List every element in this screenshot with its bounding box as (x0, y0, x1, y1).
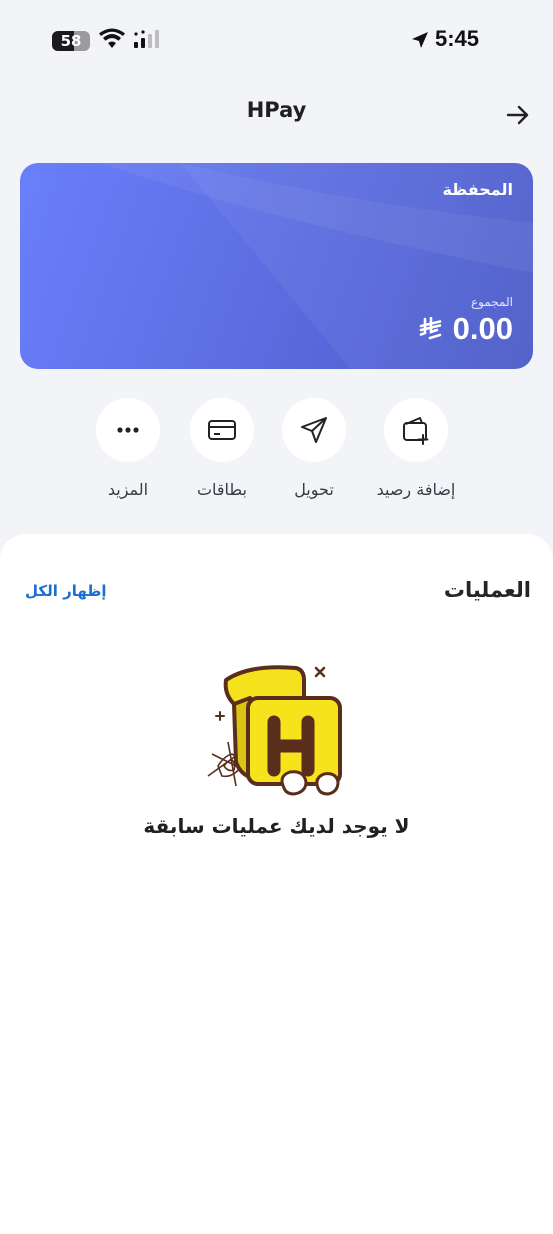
total-label: المجموع (471, 295, 513, 309)
card-icon (208, 420, 236, 440)
app-header: HPay (0, 90, 553, 136)
wallet-card[interactable]: المحفظة المجموع 0.00 (20, 163, 533, 369)
clock: 5:45 (435, 26, 480, 51)
balance-row: 0.00 (419, 311, 513, 347)
page-title: HPay (246, 98, 307, 122)
show-all-link[interactable]: إظهار الكل (25, 582, 107, 600)
wallet-title: المحفظة (442, 180, 513, 199)
action-label: إضافة رصيد (376, 480, 456, 499)
signal-icon (134, 30, 159, 48)
transactions-panel: العمليات إظهار الكل لا يوجد لديك عمليات … (0, 534, 553, 1234)
add-balance-button[interactable]: إضافة رصيد (361, 398, 471, 499)
empty-state-message: لا يوجد لديك عمليات سابقة (143, 814, 410, 838)
hpay-mascot-icon (207, 665, 342, 796)
wallet-add-icon (403, 417, 429, 445)
status-bar: 58 5:45 (0, 0, 553, 80)
action-label: بطاقات (196, 480, 248, 499)
arrow-right-icon (506, 105, 529, 125)
quick-actions: إضافة رصيد تحويل بطاقات المزيد (0, 398, 553, 508)
more-icon (117, 427, 139, 433)
battery-level: 58 (60, 32, 82, 50)
action-label: المزيد (107, 480, 149, 499)
battery-icon: 58 (52, 31, 90, 51)
more-button[interactable]: المزيد (73, 398, 183, 499)
send-icon (301, 417, 327, 443)
saudi-riyal-icon (419, 317, 441, 340)
wifi-icon (99, 28, 125, 48)
balance-amount: 0.00 (452, 311, 513, 346)
cards-button[interactable]: بطاقات (167, 398, 277, 499)
back-button[interactable] (503, 100, 533, 130)
location-arrow-icon (412, 32, 428, 48)
transactions-title: العمليات (443, 578, 531, 602)
